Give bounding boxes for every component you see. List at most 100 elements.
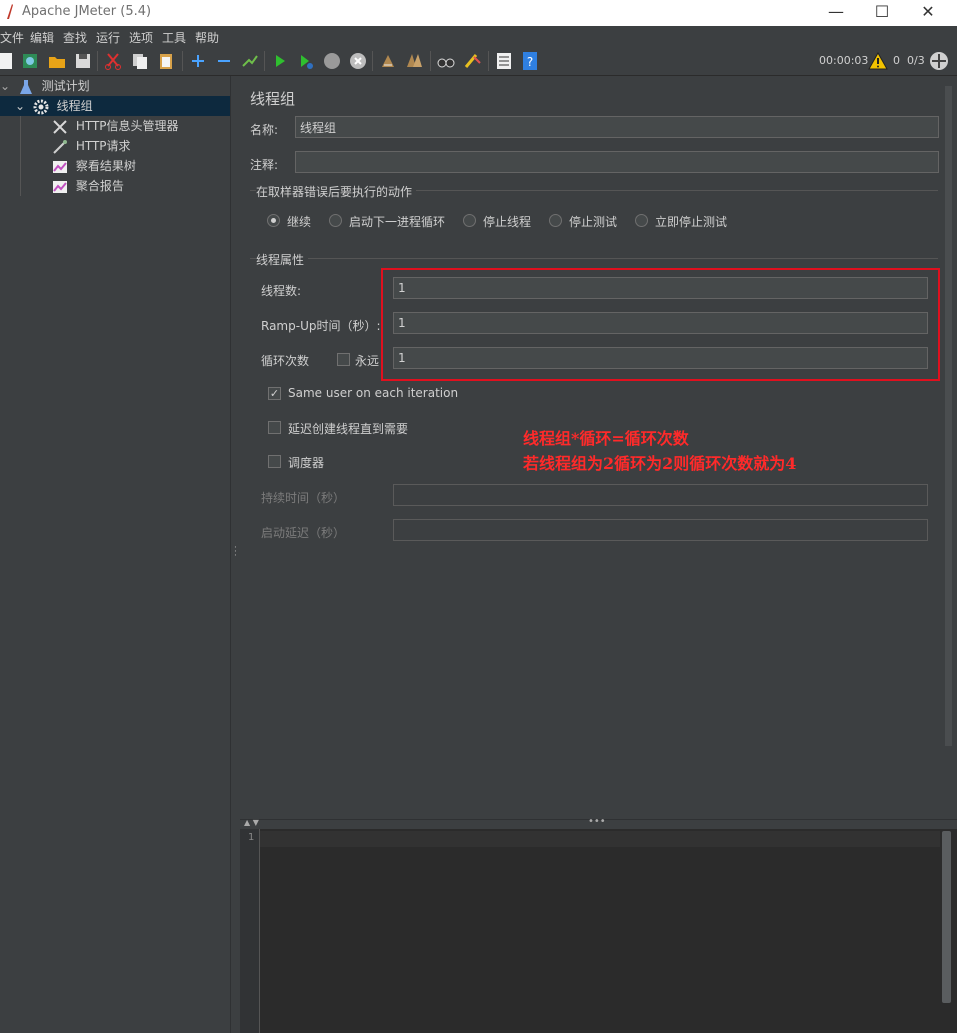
tree-item-http-header-manager[interactable]: HTTP信息头管理器 bbox=[52, 116, 179, 136]
close-button[interactable]: ✕ bbox=[905, 0, 951, 26]
jmeter-feather-icon bbox=[7, 4, 13, 19]
window-title: Apache JMeter (5.4) bbox=[22, 4, 152, 19]
scheduler-checkbox[interactable] bbox=[268, 455, 281, 468]
start-icon[interactable] bbox=[270, 51, 290, 71]
maximize-button[interactable]: ☐ bbox=[859, 0, 905, 26]
radio-start-next-loop-label: 启动下一进程循环 bbox=[349, 215, 446, 229]
menu-file[interactable]: 文件 bbox=[0, 29, 24, 46]
cut-icon[interactable] bbox=[103, 51, 123, 71]
duration-field bbox=[393, 484, 928, 506]
tree-item-label: HTTP信息头管理器 bbox=[75, 119, 179, 133]
tree-item-test-plan[interactable]: ⌄ 测试计划 bbox=[0, 76, 230, 96]
toggle-icon[interactable] bbox=[240, 51, 260, 71]
tree-item-label: 聚合报告 bbox=[75, 179, 124, 193]
menu-options[interactable]: 选项 bbox=[129, 29, 153, 46]
function-helper-icon[interactable] bbox=[494, 51, 514, 71]
clear-all-icon[interactable] bbox=[404, 51, 424, 71]
copy-icon[interactable] bbox=[130, 51, 150, 71]
radio-stop-thread[interactable] bbox=[463, 214, 476, 227]
active-threads: 0/3 bbox=[907, 54, 925, 67]
same-user-label: Same user on each iteration bbox=[288, 386, 459, 400]
tree-item-view-results-tree[interactable]: 察看结果树 bbox=[52, 156, 136, 176]
name-label: 名称: bbox=[250, 123, 279, 137]
new-icon[interactable] bbox=[0, 51, 16, 71]
reset-search-icon[interactable] bbox=[462, 51, 482, 71]
chevron-down-icon[interactable]: ⌄ bbox=[15, 96, 29, 116]
duration-label: 持续时间（秒） bbox=[261, 491, 346, 505]
menu-search[interactable]: 查找 bbox=[63, 29, 87, 46]
tools-icon bbox=[53, 119, 67, 134]
panel-scrollbar[interactable] bbox=[945, 86, 952, 746]
comment-label: 注释: bbox=[250, 158, 279, 172]
same-user-checkbox[interactable]: ✓ bbox=[268, 387, 281, 400]
warning-icon[interactable] bbox=[868, 51, 888, 71]
radio-start-next-loop[interactable] bbox=[329, 214, 342, 227]
error-action-group-title: 在取样器错误后要执行的动作 bbox=[256, 183, 417, 200]
delay-thread-creation-label: 延迟创建线程直到需要 bbox=[288, 422, 409, 436]
menu-bar: 文件 编辑 查找 运行 选项 工具 帮助 bbox=[0, 26, 957, 47]
stop-icon[interactable] bbox=[322, 51, 342, 71]
radio-stop-test[interactable] bbox=[549, 214, 562, 227]
delay-thread-creation-checkbox[interactable] bbox=[268, 421, 281, 434]
save-icon[interactable] bbox=[73, 51, 93, 71]
collapse-icon[interactable] bbox=[214, 51, 234, 71]
thread-properties-group-title: 线程属性 bbox=[256, 251, 309, 268]
shutdown-icon[interactable] bbox=[348, 51, 368, 71]
log-scrollbar[interactable] bbox=[942, 831, 951, 1003]
name-field[interactable] bbox=[295, 116, 939, 138]
tree-item-label: 线程组 bbox=[56, 99, 93, 113]
startup-delay-field bbox=[393, 519, 928, 541]
pipette-icon bbox=[53, 139, 67, 154]
radio-stop-test-now[interactable] bbox=[635, 214, 648, 227]
loop-count-label: 循环次数 bbox=[261, 354, 310, 368]
remote-status-icon[interactable] bbox=[929, 51, 949, 71]
toolbar: ? 00:00:03 0 0/3 bbox=[0, 47, 957, 76]
tree-item-label: HTTP请求 bbox=[75, 139, 131, 153]
splitter-handle-icon[interactable]: · · · bbox=[234, 544, 237, 561]
minimize-button[interactable]: — bbox=[813, 0, 859, 26]
startup-delay-label: 启动延迟（秒） bbox=[261, 526, 346, 540]
collapse-arrows-icon[interactable]: ▲ ▼ bbox=[244, 818, 259, 827]
templates-icon[interactable] bbox=[20, 51, 40, 71]
toolbar-separator bbox=[430, 51, 431, 71]
radio-stop-test-label: 停止测试 bbox=[569, 215, 618, 229]
clear-icon[interactable] bbox=[378, 51, 398, 71]
tree-item-thread-group[interactable]: ⌄ 线程组 bbox=[0, 96, 230, 116]
search-icon[interactable] bbox=[436, 51, 456, 71]
menu-run[interactable]: 运行 bbox=[96, 29, 120, 46]
rampup-label: Ramp-Up时间（秒）: bbox=[261, 319, 381, 333]
forever-checkbox[interactable] bbox=[337, 353, 350, 366]
graph-icon bbox=[53, 180, 67, 193]
tree-item-http-request[interactable]: HTTP请求 bbox=[52, 136, 131, 156]
menu-help[interactable]: 帮助 bbox=[195, 29, 219, 46]
tree-item-label: 察看结果树 bbox=[75, 159, 136, 173]
toolbar-separator bbox=[97, 51, 98, 71]
flask-icon bbox=[19, 79, 32, 94]
annotation-line-1: 线程组*循环=循环次数 bbox=[523, 429, 689, 448]
help-icon[interactable]: ? bbox=[520, 51, 540, 71]
page-title: 线程组 bbox=[250, 90, 296, 108]
line-number-gutter: 1 bbox=[240, 829, 260, 1033]
chevron-down-icon[interactable]: ⌄ bbox=[0, 76, 14, 96]
graph-icon bbox=[53, 160, 67, 173]
open-icon[interactable] bbox=[47, 51, 67, 71]
expand-icon[interactable] bbox=[188, 51, 208, 71]
log-viewer[interactable]: 1 bbox=[240, 829, 957, 1033]
radio-continue[interactable] bbox=[267, 214, 280, 227]
tree-item-aggregate-report[interactable]: 聚合报告 bbox=[52, 176, 124, 196]
radio-continue-label: 继续 bbox=[287, 215, 312, 229]
window-title-bar: Apache JMeter (5.4) — ☐ ✕ bbox=[0, 0, 957, 26]
menu-edit[interactable]: 编辑 bbox=[30, 29, 54, 46]
tree-guide-line bbox=[20, 116, 21, 196]
radio-stop-thread-label: 停止线程 bbox=[483, 215, 532, 229]
svg-text:?: ? bbox=[527, 55, 533, 69]
start-no-pauses-icon[interactable] bbox=[296, 51, 316, 71]
comment-field[interactable] bbox=[295, 151, 939, 173]
toolbar-separator bbox=[372, 51, 373, 71]
menu-tools[interactable]: 工具 bbox=[162, 29, 186, 46]
gear-icon bbox=[33, 99, 49, 114]
splitter-handle-icon[interactable]: ••• bbox=[588, 816, 606, 827]
toolbar-separator bbox=[182, 51, 183, 71]
paste-icon[interactable] bbox=[156, 51, 176, 71]
current-line-highlight bbox=[260, 831, 940, 847]
